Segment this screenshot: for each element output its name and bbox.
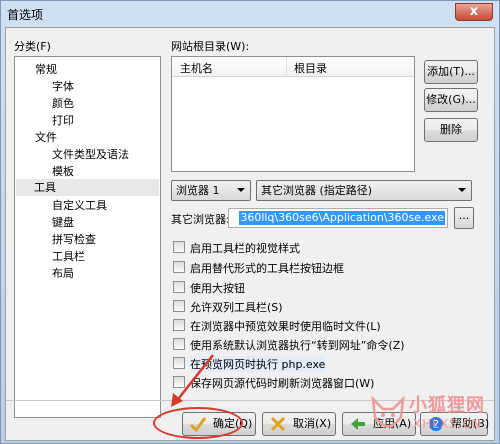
webroot-list-header: 主机名 根目录 [172, 57, 414, 77]
tree-item-keyboard[interactable]: 键盘 [52, 214, 74, 230]
tree-item-custom-tools[interactable]: 自定义工具 [52, 197, 107, 213]
annotation-arrow-icon [171, 354, 214, 407]
col-hostname[interactable]: 主机名 [180, 60, 213, 76]
tree-item-spellcheck[interactable]: 拼写检查 [52, 231, 96, 247]
watermark-sub: XHLXS.CN [413, 417, 482, 431]
tree-item-toolbar[interactable]: 工具栏 [52, 248, 85, 264]
tree-item-filetypes[interactable]: 文件类型及语法 [52, 146, 129, 162]
browse-button[interactable]: ... [454, 207, 474, 229]
browser-path-input[interactable]: 360llq\360se6\Application\360se.exe [228, 208, 448, 228]
watermark-text: 小狐狸网 [409, 395, 485, 416]
col-rootdir[interactable]: 根目录 [294, 60, 327, 76]
fox-logo-icon [371, 395, 405, 428]
tree-item-templates[interactable]: 模板 [52, 163, 74, 179]
browser-select[interactable]: 浏览器 1 [171, 180, 251, 201]
cancel-label: 取消(X) [293, 417, 332, 430]
tree-item-print[interactable]: 打印 [52, 112, 74, 128]
dialog-client: 分类(F) 常规 字体 颜色 打印 文件 文件类型及语法 模板 工具 自定义工具… [5, 27, 495, 441]
checkbox[interactable] [173, 319, 185, 331]
chevron-down-icon [458, 188, 466, 192]
delete-button[interactable]: 删除 [424, 118, 478, 142]
option-label: 在浏览器中预览效果时使用临时文件(L) [190, 320, 381, 333]
cancel-button[interactable]: 取消(X) [262, 412, 336, 436]
option-label: 启用替代形式的工具栏按钮边框 [190, 262, 344, 275]
browser-type-select[interactable]: 其它浏览器 (指定路径) [256, 180, 472, 201]
tree-item-layout[interactable]: 布局 [52, 265, 74, 281]
title-bar[interactable]: 首选项 x [1, 1, 499, 27]
tree-item-font[interactable]: 字体 [52, 78, 74, 94]
col-separator[interactable] [286, 57, 287, 77]
webroot-list[interactable]: 主机名 根目录 [171, 56, 415, 172]
preferences-window: 首选项 x 分类(F) 常规 字体 颜色 打印 文件 文件类型及语法 模板 工具… [0, 0, 500, 444]
option-label: 启用工具栏的视觉样式 [190, 242, 300, 255]
checkbox[interactable] [173, 241, 185, 253]
other-browser-label: 其它浏览器: [171, 213, 230, 226]
add-button[interactable]: 添加(T)... [424, 60, 478, 84]
category-label: 分类(F) [14, 40, 51, 53]
checkbox[interactable] [173, 338, 185, 350]
close-button[interactable]: x [455, 3, 493, 21]
category-tree[interactable]: 常规 字体 颜色 打印 文件 文件类型及语法 模板 工具 自定义工具 键盘 拼写… [14, 56, 161, 418]
window-title: 首选项 [7, 8, 44, 22]
edit-button[interactable]: 修改(G)... [424, 88, 478, 112]
browser-select-value: 浏览器 1 [176, 184, 220, 197]
browser-type-value: 其它浏览器 (指定路径) [261, 184, 373, 197]
checkbox[interactable] [173, 300, 185, 312]
tree-item-file[interactable]: 文件 [35, 129, 57, 145]
chevron-down-icon [237, 188, 245, 192]
option-label: 使用大按钮 [190, 282, 245, 295]
tree-item-color[interactable]: 颜色 [52, 95, 74, 111]
watermark: 小狐狸网 XHLXS.CN [361, 389, 500, 444]
option-label: 允许双列工具栏(S) [190, 301, 283, 314]
cross-icon [270, 416, 286, 432]
tree-item-general[interactable]: 常规 [35, 61, 57, 77]
checkbox[interactable] [173, 281, 185, 293]
browser-path-value: 360llq\360se6\Application\360se.exe [239, 211, 445, 225]
webroot-label: 网站根目录(W): [171, 40, 250, 53]
tree-item-tools[interactable]: 工具 [16, 179, 159, 196]
option-label: 使用系统默认浏览器执行“转到网址”命令(Z) [190, 339, 405, 352]
annotation-ellipse [153, 407, 243, 439]
checkbox[interactable] [173, 261, 185, 273]
